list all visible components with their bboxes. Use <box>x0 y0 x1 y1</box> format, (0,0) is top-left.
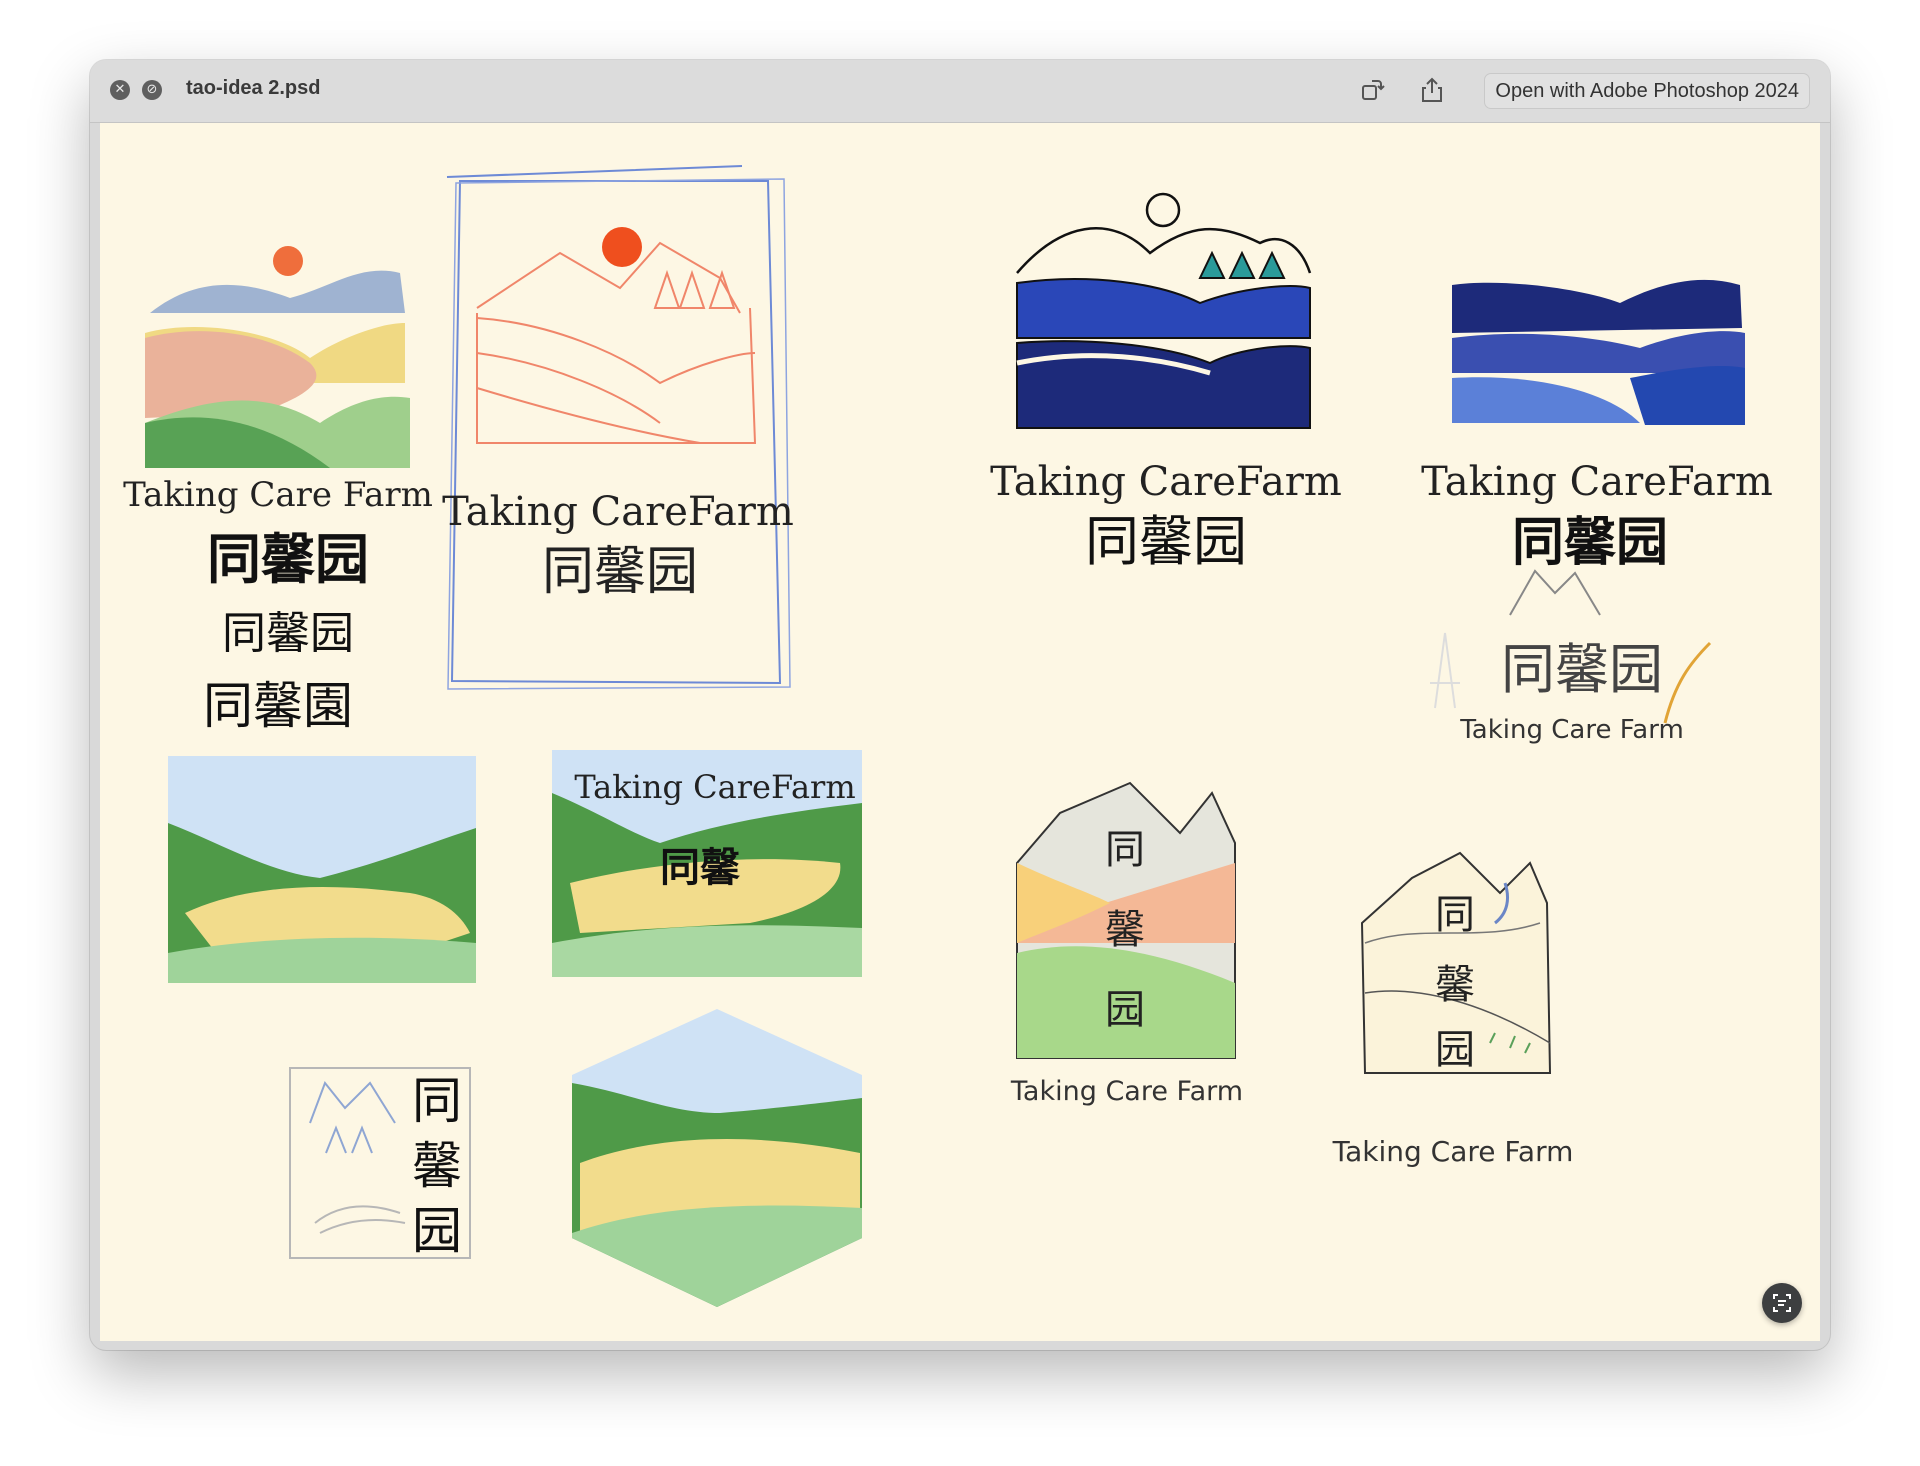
image-canvas: Taking Care Farm 同馨园 同馨园 同馨園 Taking Care… <box>100 123 1820 1341</box>
mountain-logo-color: 同 馨 园 Taking Care Farm <box>1010 781 1243 1107</box>
logo1-chinese-script-1: 同馨园 <box>222 608 354 659</box>
logo-blue-hills: Taking CareFarm 同馨园 <box>1421 279 1773 573</box>
logo-sketch-frame: Taking CareFarm 同馨园 <box>442 165 794 690</box>
logo1-english: Taking Care Farm <box>123 475 433 515</box>
wheat-icon <box>1663 641 1712 724</box>
title-bar: ✕ ⊘ tao-idea 2.psd Open with Adobe Photo… <box>90 60 1830 123</box>
mountain-logo-line: 同 馨 园 Taking Care Farm <box>1332 851 1574 1168</box>
logo2-chinese: 同馨园 <box>542 542 698 602</box>
line-mtn-char-3: 园 <box>1435 1027 1475 1073</box>
line-mtn-english: Taking Care Farm <box>1332 1135 1574 1168</box>
live-text-button[interactable] <box>1762 1283 1802 1323</box>
window-title: tao-idea 2.psd <box>186 77 321 99</box>
no-entry-icon[interactable]: ⊘ <box>142 80 162 100</box>
logo1-chinese-script-2: 同馨園 <box>203 677 353 735</box>
vertical-char-1: 同 <box>412 1072 462 1130</box>
sun-icon <box>273 246 303 276</box>
landscape-painting-1 <box>168 756 476 983</box>
vertical-logo: 同 馨 园 <box>289 1067 471 1260</box>
artboard: Taking Care Farm 同馨园 同馨园 同馨園 Taking Care… <box>123 165 1773 1307</box>
share-icon[interactable] <box>1418 76 1446 104</box>
card-english: Taking CareFarm <box>574 768 855 806</box>
logo4-english: Taking CareFarm <box>1421 459 1773 505</box>
color-mtn-char-1: 同 <box>1105 827 1145 873</box>
color-mtn-char-3: 园 <box>1105 987 1145 1033</box>
logo4-chinese: 同馨园 <box>1512 513 1668 573</box>
logo3-english: Taking CareFarm <box>990 459 1342 505</box>
logo-navy-hills: Taking CareFarm 同馨园 <box>990 192 1342 573</box>
logo-watercolor-hills: Taking Care Farm 同馨园 同馨园 同馨園 <box>123 246 433 735</box>
vertical-char-2: 馨 <box>412 1137 462 1195</box>
open-with-button[interactable]: Open with Adobe Photoshop 2024 <box>1484 73 1810 109</box>
color-mtn-char-2: 馨 <box>1105 907 1145 953</box>
line-mtn-char-1: 同 <box>1435 892 1475 938</box>
vertical-char-3: 园 <box>412 1202 462 1260</box>
moon-icon <box>1145 192 1181 228</box>
line-mtn-char-2: 馨 <box>1435 962 1475 1008</box>
close-icon[interactable]: ✕ <box>110 80 130 100</box>
logo1-chinese-bold: 同馨园 <box>207 528 369 591</box>
color-mtn-english: Taking Care Farm <box>1010 1076 1243 1107</box>
rotate-icon[interactable] <box>1358 76 1386 104</box>
hexagon-landscape <box>572 1009 862 1307</box>
preview-window: ✕ ⊘ tao-idea 2.psd Open with Adobe Photo… <box>90 60 1830 1350</box>
logo2-english: Taking CareFarm <box>442 489 794 535</box>
landscape-card: Taking CareFarm 同馨 <box>552 750 862 977</box>
live-text-icon <box>1773 1294 1791 1312</box>
sun-icon <box>602 227 642 267</box>
logo3-chinese: 同馨园 <box>1085 510 1247 573</box>
logo5-english: Taking Care Farm <box>1459 715 1684 745</box>
logo-wheat: 同馨园 Taking Care Farm <box>1430 569 1712 745</box>
card-chinese: 同馨 <box>660 845 741 891</box>
logo5-chinese: 同馨园 <box>1501 638 1663 701</box>
